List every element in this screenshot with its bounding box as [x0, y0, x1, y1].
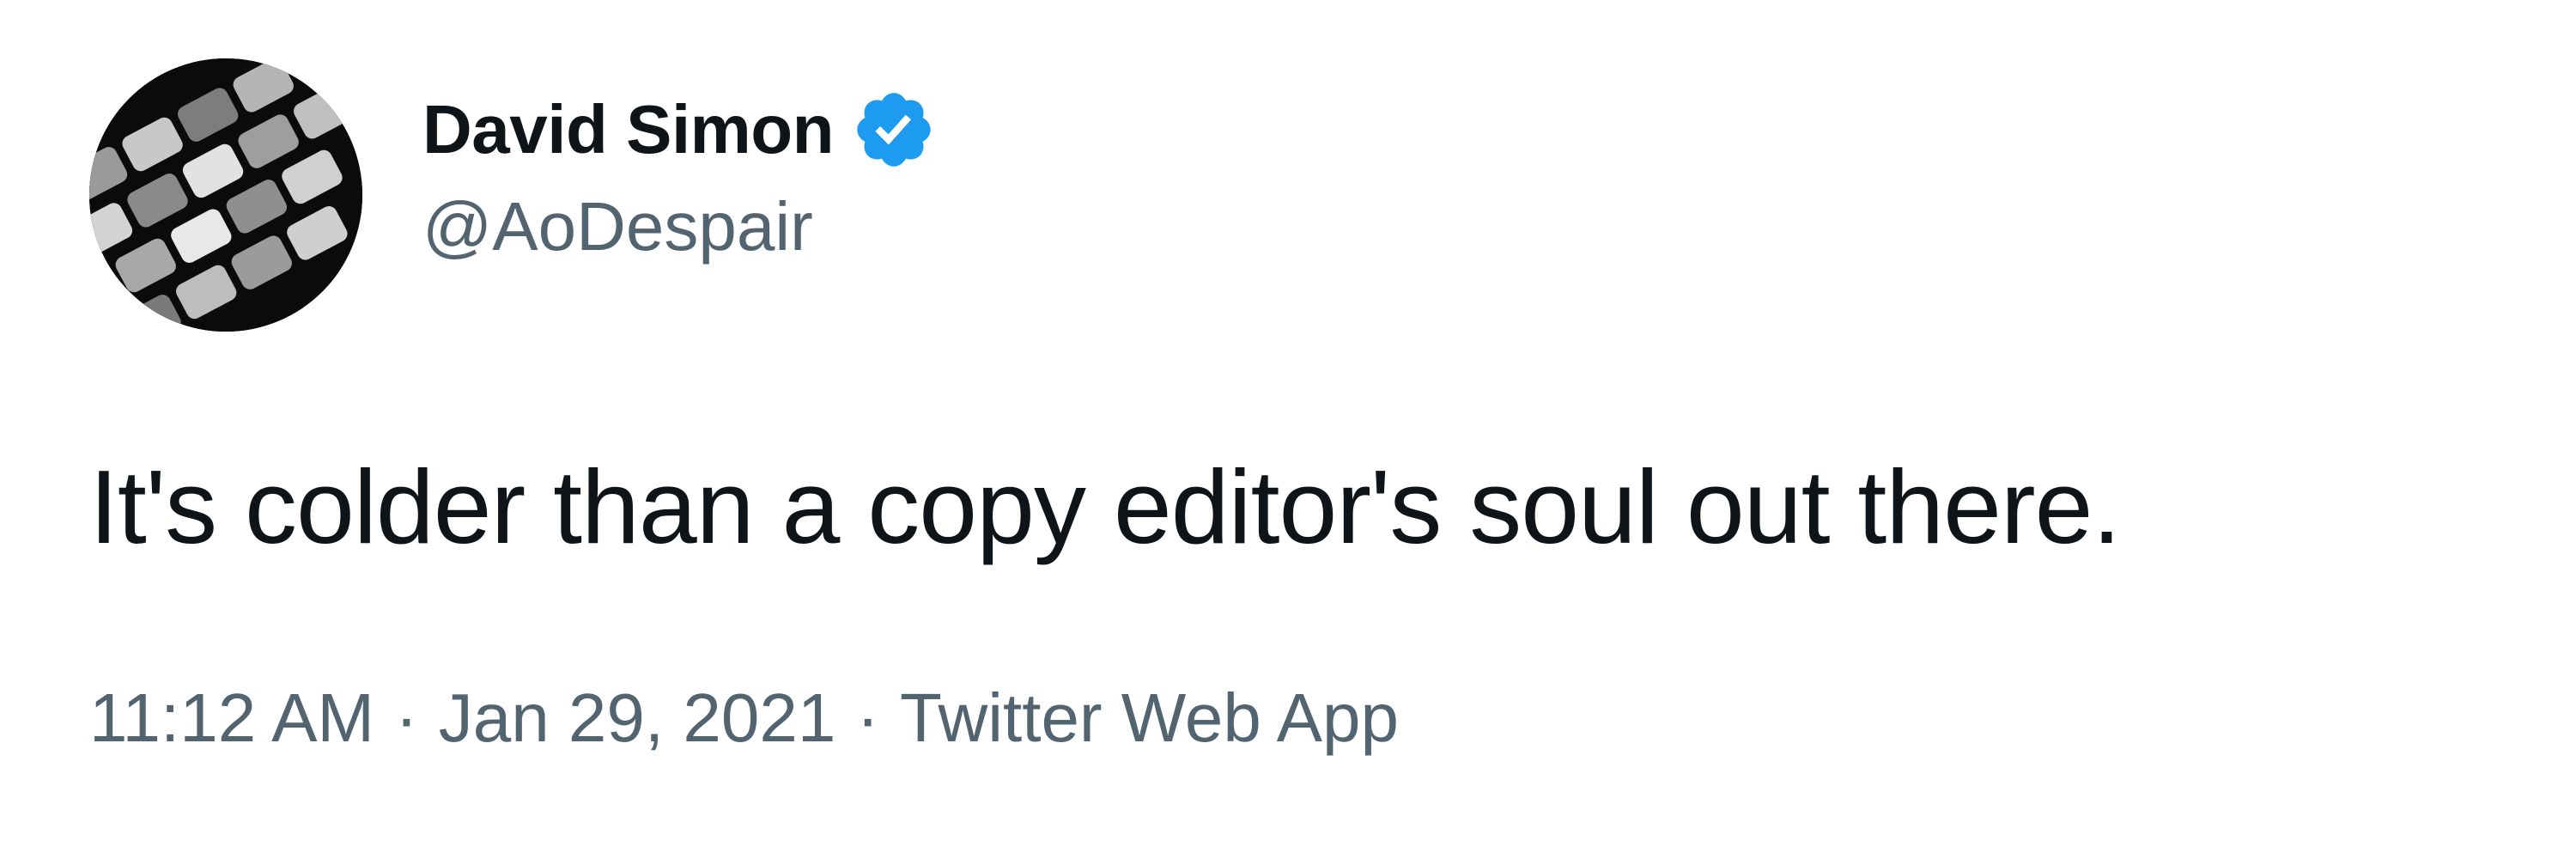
tweet-card: David Simon @AoDespair It's colder than … — [0, 0, 2576, 859]
separator-dot: · — [395, 679, 418, 756]
avatar[interactable] — [89, 58, 362, 332]
tweet-source-link[interactable]: Twitter Web App — [900, 679, 1399, 758]
display-name[interactable]: David Simon — [422, 90, 835, 169]
tweet-text: It's colder than a copy editor's soul ou… — [89, 448, 2121, 565]
verified-badge-icon — [851, 87, 937, 173]
name-row: David Simon — [422, 82, 937, 177]
user-handle[interactable]: @AoDespair — [422, 187, 937, 266]
tweet-metadata: 11:12 AM · Jan 29, 2021 · Twitter Web Ap… — [89, 679, 1399, 758]
tweet-date[interactable]: Jan 29, 2021 — [439, 679, 836, 758]
tweet-time[interactable]: 11:12 AM — [89, 679, 374, 758]
separator-dot: · — [856, 679, 879, 756]
typewriter-keys-icon — [89, 58, 362, 332]
author-block: David Simon @AoDespair — [422, 82, 937, 266]
